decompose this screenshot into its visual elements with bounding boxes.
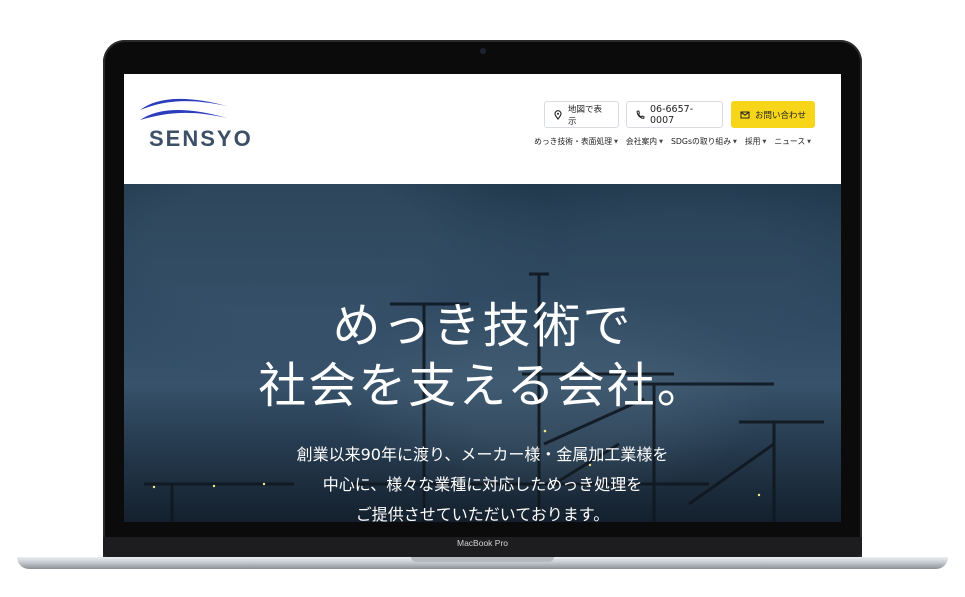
nav-caret-icon: ▼: [762, 138, 767, 145]
nav-item-recruit[interactable]: 採用 ▼: [745, 136, 766, 147]
map-button[interactable]: 地図で表示: [544, 101, 619, 128]
nav-caret-icon: ▼: [807, 138, 811, 145]
nav-caret-icon: ▼: [733, 138, 737, 145]
nav-item-company[interactable]: 会社案内 ▼: [626, 136, 663, 147]
map-pin-icon: [553, 109, 563, 120]
main-navigation: めっき技術・表面処理 ▼ 会社案内 ▼ SDGsの取り組み ▼ 採用 ▼ ニュー…: [534, 136, 811, 147]
hero-title: めっき技術で 社会を支える会社。: [258, 298, 707, 414]
map-button-label: 地図で表示: [568, 104, 603, 127]
logo-swoosh-icon: [140, 98, 227, 120]
phone-button[interactable]: 06-6657-0007: [626, 101, 723, 128]
phone-number: 06-6657-0007: [650, 103, 694, 126]
hero-description: 創業以来90年に渡り、メーカー様・金属加工業様を 中心に、様々な業種に対応しため…: [296, 445, 669, 522]
site-header: SENSYO 地図で表示 06-6657-0007 お問い合わせ めっき技術・表…: [124, 74, 841, 184]
contact-button-label: お問い合わせ: [755, 110, 807, 121]
phone-icon: [635, 109, 645, 120]
nav-caret-icon: ▼: [659, 138, 663, 145]
nav-caret-icon: ▼: [614, 138, 618, 145]
hero-section: めっき技術で 社会を支える会社。 創業以来90年に渡り、メーカー様・金属加工業様…: [124, 184, 841, 522]
camera-dot: [480, 48, 486, 54]
mail-icon: [740, 110, 750, 120]
site-logo[interactable]: SENSYO: [149, 126, 253, 152]
laptop-screen: SENSYO 地図で表示 06-6657-0007 お問い合わせ めっき技術・表…: [124, 74, 841, 522]
trackpad-notch: [411, 557, 554, 562]
nav-item-plating[interactable]: めっき技術・表面処理 ▼: [534, 136, 618, 147]
nav-item-news[interactable]: ニュース ▼: [774, 136, 811, 147]
nav-item-sdgs[interactable]: SDGsの取り組み ▼: [671, 136, 737, 147]
contact-button[interactable]: お問い合わせ: [731, 101, 815, 128]
device-label: MacBook Pro: [456, 538, 509, 548]
